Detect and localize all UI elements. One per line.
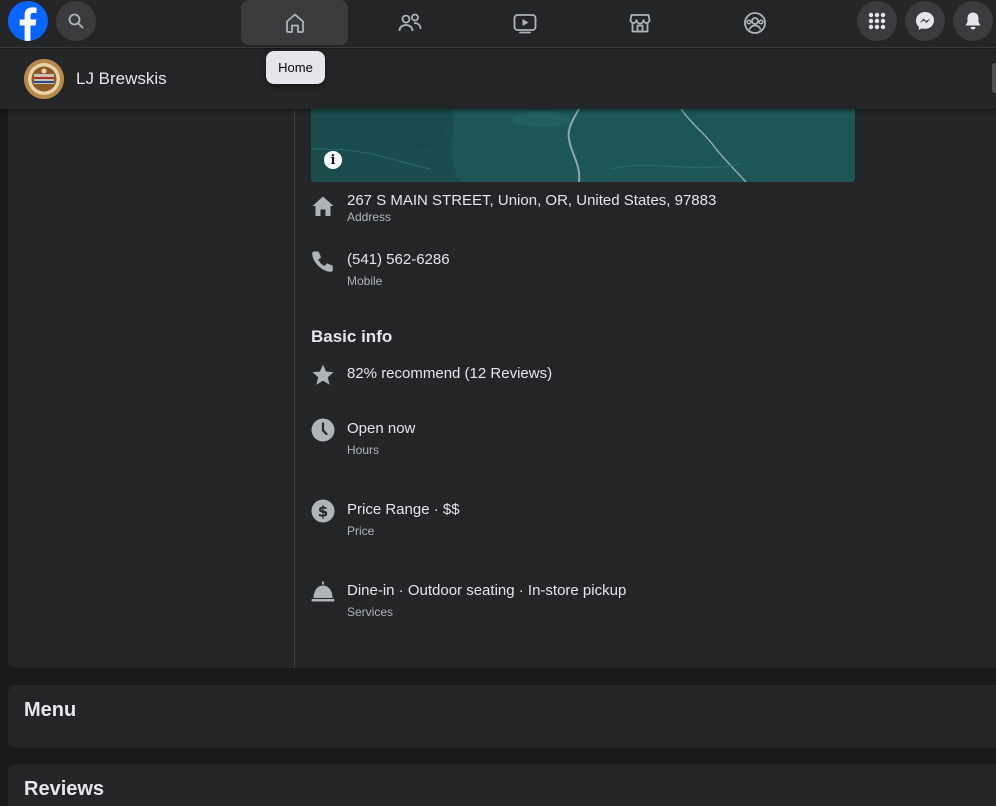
search-icon <box>68 13 84 29</box>
services-label: Services <box>347 605 394 619</box>
home-icon <box>312 196 334 216</box>
tab-home[interactable] <box>241 0 348 45</box>
menu-grid-icon <box>868 12 886 30</box>
service-bell-icon <box>311 581 335 602</box>
page-header: LJ Brewskis <box>0 49 996 109</box>
notifications-button[interactable] <box>953 1 993 41</box>
location-map[interactable] <box>311 109 855 182</box>
tab-watch[interactable] <box>471 0 578 45</box>
address-label: Address <box>347 210 392 224</box>
video-icon <box>513 13 536 33</box>
tab-groups[interactable] <box>701 0 808 45</box>
column-divider <box>294 109 295 668</box>
home-icon <box>285 13 304 33</box>
top-navbar <box>0 0 996 48</box>
menu-card: Menu <box>8 685 996 748</box>
price-value: Price Range · $$ <box>347 501 460 518</box>
rating-value[interactable]: 82% recommend (12 Reviews) <box>347 365 552 382</box>
reviews-card: Reviews <box>8 764 996 806</box>
phone-value[interactable]: (541) 562-6286 <box>347 251 450 268</box>
hours-value[interactable]: Open now <box>347 420 415 437</box>
search-button[interactable] <box>56 1 96 41</box>
friends-icon <box>398 13 421 31</box>
phone-label: Mobile <box>347 274 383 288</box>
menu-heading[interactable]: Menu <box>24 699 76 722</box>
services-value: Dine-in · Outdoor seating · In-store pic… <box>347 582 627 599</box>
header-edge-button[interactable] <box>992 63 996 93</box>
star-icon <box>312 364 334 385</box>
marketplace-icon <box>629 13 650 32</box>
address-value: 267 S MAIN STREET, Union, OR, United Sta… <box>347 192 717 209</box>
reviews-heading[interactable]: Reviews <box>24 778 104 801</box>
menu-button[interactable] <box>857 1 897 41</box>
page-title[interactable]: LJ Brewskis <box>76 69 167 89</box>
messenger-icon <box>916 12 934 30</box>
groups-icon <box>743 11 766 34</box>
dollar-icon: $ <box>311 499 335 523</box>
phone-icon <box>312 251 333 272</box>
messenger-button[interactable] <box>905 1 945 41</box>
home-tooltip: Home <box>266 51 325 84</box>
facebook-logo-icon[interactable] <box>8 1 48 41</box>
price-label: Price <box>347 524 375 538</box>
hours-label: Hours <box>347 443 380 457</box>
map-info-icon[interactable]: i <box>324 151 342 169</box>
notifications-icon <box>965 12 981 30</box>
tab-friends[interactable] <box>356 0 463 45</box>
clock-icon <box>311 418 335 442</box>
basic-info-heading: Basic info <box>311 327 393 346</box>
svg-text:$: $ <box>318 503 328 521</box>
avatar[interactable] <box>24 59 64 99</box>
tab-marketplace[interactable] <box>586 0 693 45</box>
